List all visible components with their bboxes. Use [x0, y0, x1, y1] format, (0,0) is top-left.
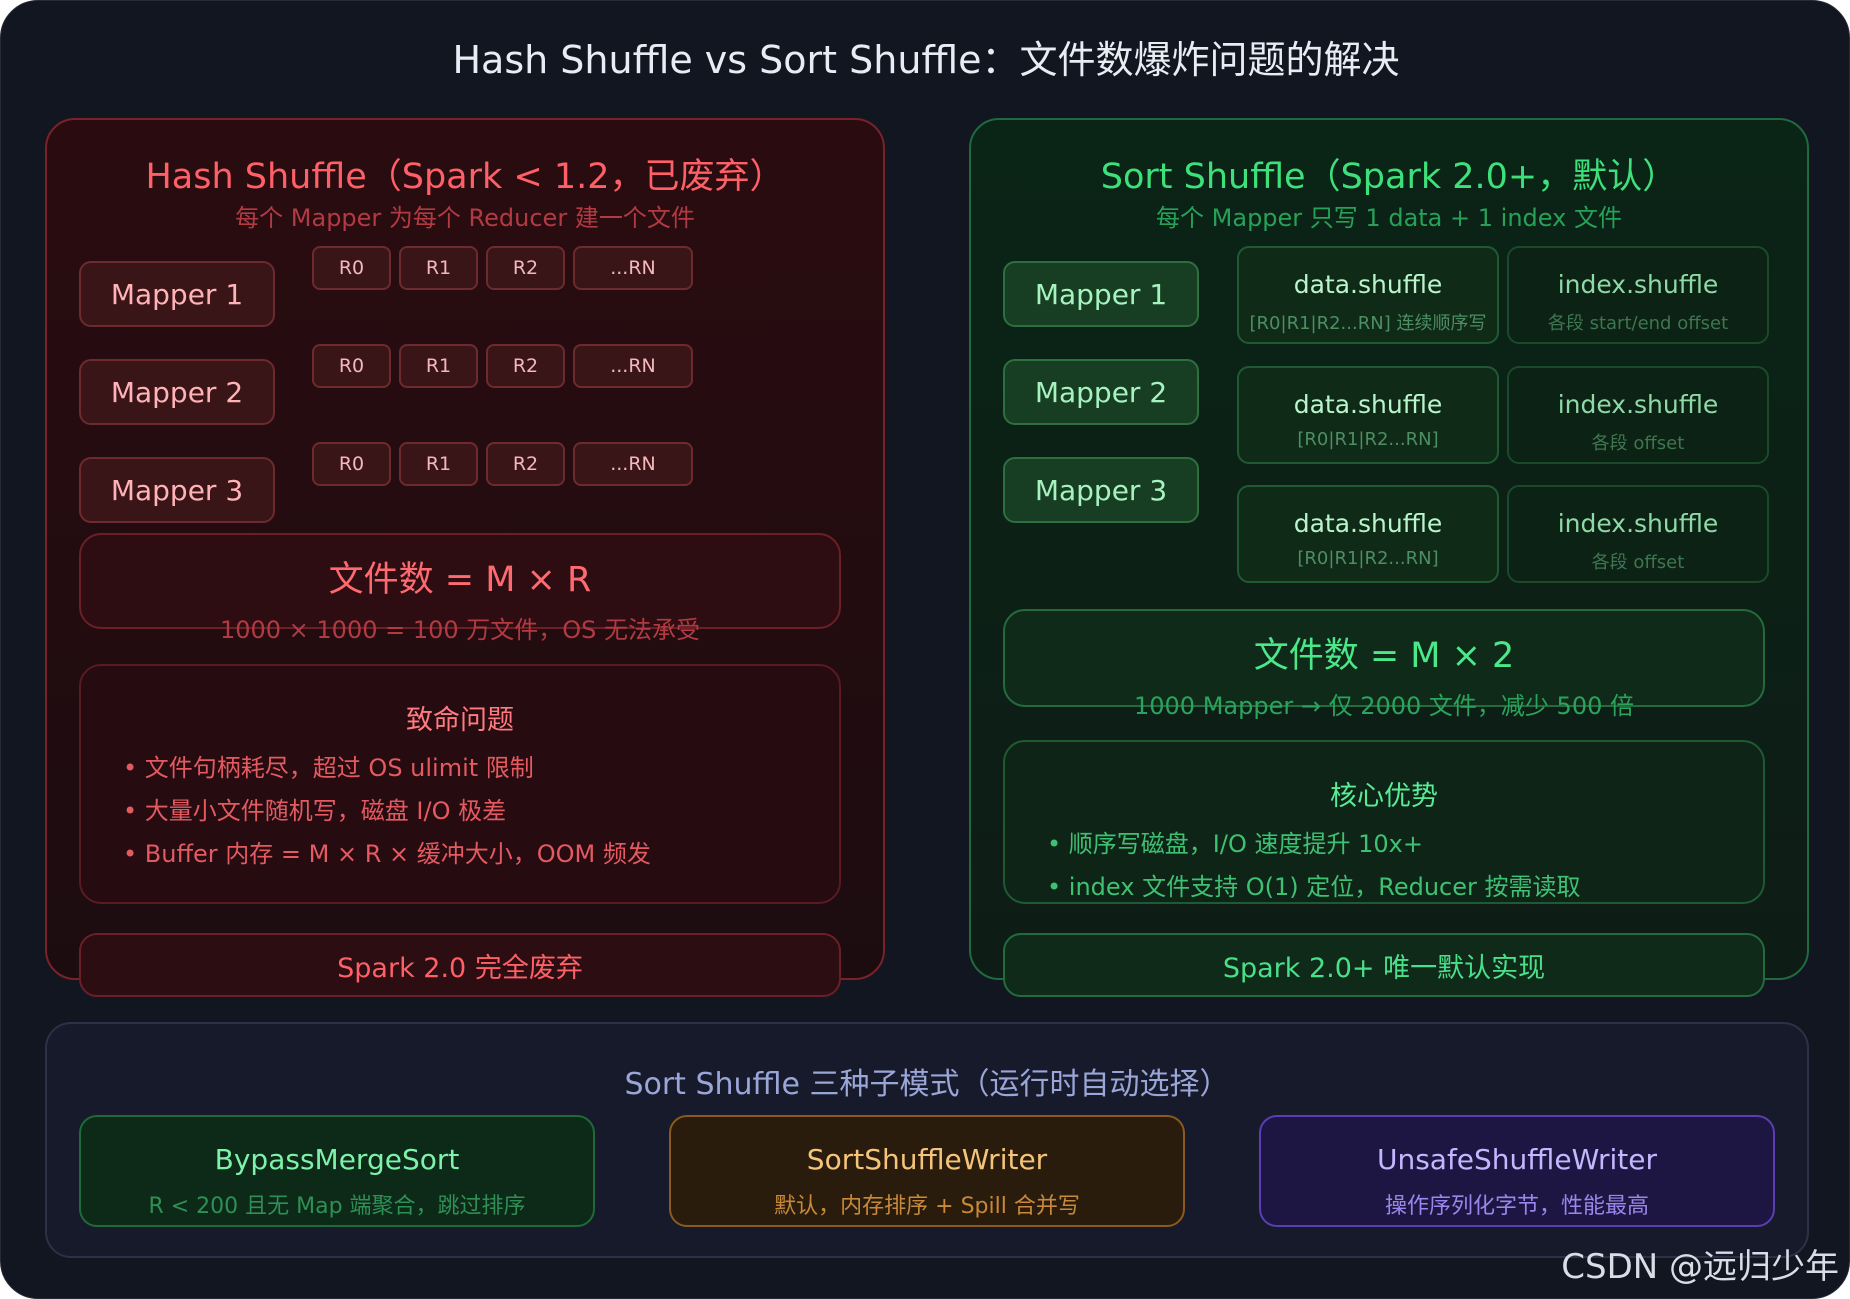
- index-file-note: 各段 offset: [1591, 433, 1685, 454]
- index-shuffle-file: index.shuffle 各段 offset: [1507, 485, 1769, 583]
- hash-shuffle-panel: Hash Shuffle（Spark < 1.2，已废弃） 每个 Mapper …: [45, 118, 885, 997]
- hash-file-r0: R0: [312, 442, 391, 486]
- index-file-name: index.shuffle: [1557, 390, 1719, 419]
- sort-mapper-2: Mapper 2: [1003, 359, 1199, 425]
- mode-name: SortShuffleWriter: [806, 1143, 1048, 1176]
- sort-advantage-item: index 文件支持 O(1) 定位，Reducer 按需读取: [1047, 866, 1763, 909]
- hash-file-r1: R1: [399, 246, 478, 290]
- hash-file-r0: R0: [312, 246, 391, 290]
- hash-file-r1: R1: [399, 344, 478, 388]
- mode-unsafe-shuffle-writer: UnsafeShuffleWriter 操作序列化字节，性能最高: [1259, 1115, 1775, 1227]
- index-file-name: index.shuffle: [1557, 509, 1719, 538]
- hash-mapper-1: Mapper 1: [79, 261, 275, 327]
- hash-subheading: 每个 Mapper 为每个 Reducer 建一个文件: [235, 204, 695, 232]
- sort-shuffle-panel: Sort Shuffle（Spark 2.0+，默认） 每个 Mapper 只写…: [969, 118, 1809, 997]
- data-file-note: [R0|R1|R2...RN] 连续顺序写: [1249, 313, 1487, 334]
- sort-mapper-3: Mapper 3: [1003, 457, 1199, 523]
- data-shuffle-file: data.shuffle [R0|R1|R2...RN] 连续顺序写: [1237, 246, 1499, 344]
- sort-shuffle-modes-panel: Sort Shuffle 三种子模式（运行时自动选择） BypassMergeS…: [45, 1022, 1809, 1258]
- sort-advantages-title: 核心优势: [1330, 781, 1438, 812]
- diagram-canvas: Hash Shuffle vs Sort Shuffle：文件数爆炸问题的解决 …: [0, 0, 1850, 1299]
- index-shuffle-file: index.shuffle 各段 start/end offset: [1507, 246, 1769, 344]
- hash-issues-box: 致命问题 文件句柄耗尽，超过 OS ulimit 限制 大量小文件随机写，磁盘 …: [79, 664, 841, 904]
- sort-heading: Sort Shuffle（Spark 2.0+，默认）: [1100, 157, 1678, 197]
- data-file-note: [R0|R1|R2...RN]: [1297, 429, 1439, 450]
- sort-count-note: 1000 Mapper → 仅 2000 文件，减少 500 倍: [1134, 692, 1634, 720]
- hash-file-r2: R2: [486, 442, 565, 486]
- hash-count-formula: 文件数 = M × R: [328, 560, 592, 600]
- mode-name: UnsafeShuffleWriter: [1376, 1143, 1658, 1176]
- hash-file-r1: R1: [399, 442, 478, 486]
- mode-desc: R < 200 且无 Map 端聚合，跳过排序: [148, 1194, 526, 1219]
- sort-advantages-box: 核心优势 顺序写磁盘，I/O 速度提升 10x+ index 文件支持 O(1)…: [1003, 740, 1765, 904]
- mode-desc: 操作序列化字节，性能最高: [1384, 1194, 1649, 1219]
- sort-subheading: 每个 Mapper 只写 1 data + 1 index 文件: [1156, 204, 1622, 232]
- index-file-note: 各段 offset: [1591, 552, 1685, 573]
- data-file-name: data.shuffle: [1293, 509, 1443, 538]
- hash-count-note: 1000 × 1000 = 100 万文件，OS 无法承受: [219, 616, 701, 644]
- hash-file-r2: R2: [486, 344, 565, 388]
- index-file-name: index.shuffle: [1557, 270, 1719, 299]
- hash-file-r0: R0: [312, 344, 391, 388]
- hash-heading: Hash Shuffle（Spark < 1.2，已废弃）: [145, 157, 785, 197]
- hash-file-rn: ...RN: [573, 344, 693, 388]
- hash-file-r2: R2: [486, 246, 565, 290]
- sort-mapper-1: Mapper 1: [1003, 261, 1199, 327]
- data-file-name: data.shuffle: [1293, 270, 1443, 299]
- hash-file-count-box: 文件数 = M × R 1000 × 1000 = 100 万文件，OS 无法承…: [79, 533, 841, 644]
- hash-mapper-3: Mapper 3: [79, 457, 275, 523]
- modes-title: Sort Shuffle 三种子模式（运行时自动选择）: [624, 1067, 1230, 1102]
- hash-deprecated-banner: Spark 2.0 完全废弃: [79, 933, 841, 997]
- hash-file-rn: ...RN: [573, 442, 693, 486]
- sort-advantage-item: 顺序写磁盘，I/O 速度提升 10x+: [1047, 823, 1763, 866]
- hash-issue-item: 大量小文件随机写，磁盘 I/O 极差: [123, 790, 839, 833]
- hash-issues-title: 致命问题: [406, 705, 514, 736]
- data-file-name: data.shuffle: [1293, 390, 1443, 419]
- watermark: CSDN @远归少年: [1561, 1247, 1839, 1287]
- data-file-note: [R0|R1|R2...RN]: [1297, 548, 1439, 569]
- data-shuffle-file: data.shuffle [R0|R1|R2...RN]: [1237, 485, 1499, 583]
- sort-file-count-box: 文件数 = M × 2 1000 Mapper → 仅 2000 文件，减少 5…: [1003, 609, 1765, 720]
- data-shuffle-file: data.shuffle [R0|R1|R2...RN]: [1237, 366, 1499, 464]
- index-shuffle-file: index.shuffle 各段 offset: [1507, 366, 1769, 464]
- sort-count-formula: 文件数 = M × 2: [1253, 636, 1515, 676]
- hash-issue-item: Buffer 内存 = M × R × 缓冲大小，OOM 频发: [123, 833, 839, 876]
- sort-default-banner: Spark 2.0+ 唯一默认实现: [1003, 933, 1765, 997]
- hash-file-rn: ...RN: [573, 246, 693, 290]
- hash-mapper-2: Mapper 2: [79, 359, 275, 425]
- mode-desc: 默认，内存排序 + Spill 合并写: [774, 1194, 1080, 1219]
- index-file-note: 各段 start/end offset: [1547, 313, 1729, 334]
- mode-sort-shuffle-writer: SortShuffleWriter 默认，内存排序 + Spill 合并写: [669, 1115, 1185, 1227]
- mode-name: BypassMergeSort: [214, 1143, 460, 1176]
- hash-issue-item: 文件句柄耗尽，超过 OS ulimit 限制: [123, 747, 839, 790]
- mode-bypass-merge-sort: BypassMergeSort R < 200 且无 Map 端聚合，跳过排序: [79, 1115, 595, 1227]
- diagram-title: Hash Shuffle vs Sort Shuffle：文件数爆炸问题的解决: [452, 38, 1400, 82]
